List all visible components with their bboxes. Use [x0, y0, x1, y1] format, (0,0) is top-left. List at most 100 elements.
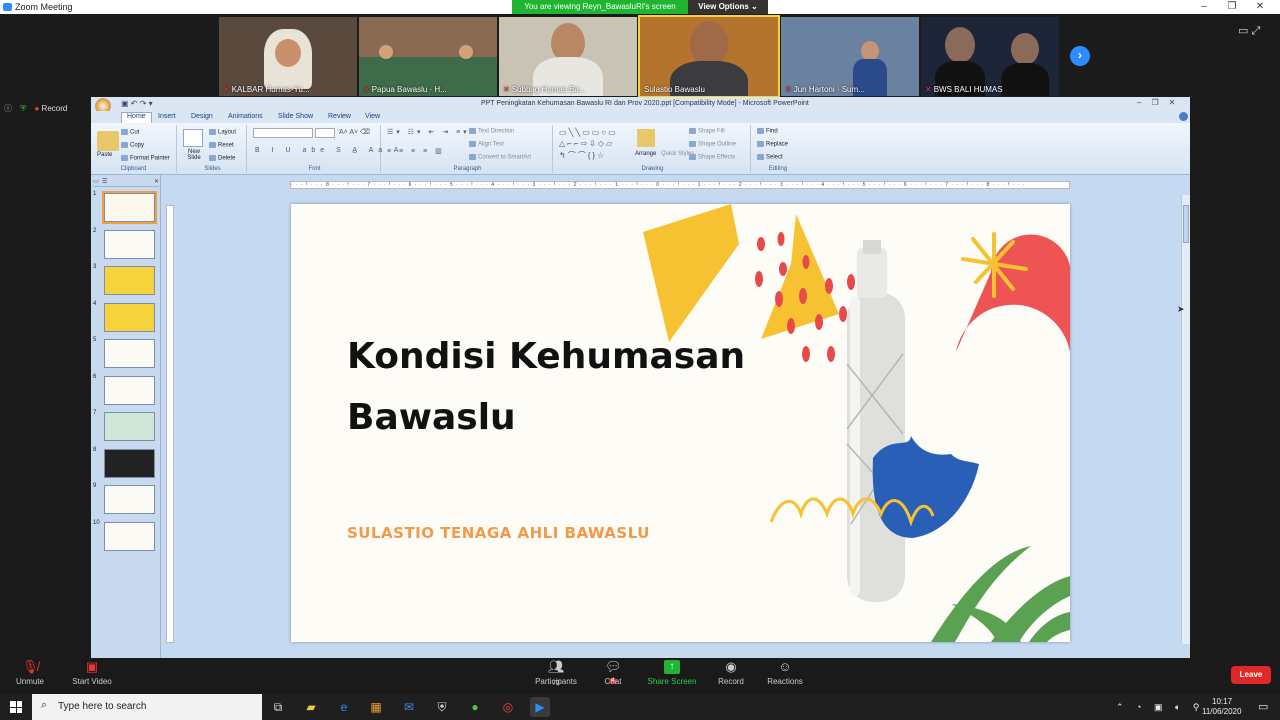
edge-icon[interactable]: e: [334, 697, 354, 717]
text-direction-button[interactable]: Text Direction: [469, 128, 514, 135]
notifications-icon[interactable]: ▭: [1258, 700, 1268, 713]
save-icon[interactable]: ▣ ↶ ↷ ▾: [121, 99, 153, 108]
slide-thumbnails-pane: ▭ ☰ ✕ 1 2 3 4 5 6 7 8 9 10: [91, 175, 161, 658]
slide-canvas[interactable]: Kondisi Kehumasan Bawaslu SULASTIO TENAGA…: [291, 204, 1070, 642]
delete-button[interactable]: Delete: [209, 155, 235, 162]
paste-button[interactable]: Paste: [97, 152, 112, 158]
minimize-button[interactable]: –: [1190, 0, 1218, 14]
tab-review[interactable]: Review: [328, 113, 351, 120]
tab-view[interactable]: View: [365, 113, 380, 120]
format-painter-button[interactable]: Format Painter: [121, 155, 170, 162]
maximize-button[interactable]: ❐: [1218, 0, 1246, 14]
font-format-buttons[interactable]: B I U abe S A̲ Aa A: [255, 147, 403, 154]
info-icon[interactable]: ⓘ: [4, 104, 12, 113]
reactions-button[interactable]: ☺ Reactions: [755, 660, 815, 687]
list-buttons[interactable]: ☰▾ ☷▾ ⇤ ⇥ ≡▾: [387, 128, 470, 136]
shapes-gallery[interactable]: ▭╲╲▭▭○▭: [559, 128, 618, 137]
vertical-scrollbar[interactable]: [1181, 195, 1190, 644]
tab-design[interactable]: Design: [191, 113, 213, 120]
help-icon[interactable]: [1179, 112, 1188, 121]
align-buttons[interactable]: ≡ ≡ ≡ ≡ ▥: [387, 147, 445, 155]
paste-icon[interactable]: [97, 131, 119, 151]
font-size-select[interactable]: [315, 128, 335, 138]
slide-thumb-number: 4: [93, 300, 97, 307]
record-button[interactable]: ◉ Record: [701, 660, 761, 687]
participant-tile[interactable]: ✕ BWS BALI HUMAS: [921, 17, 1059, 96]
reset-button[interactable]: Reset: [209, 142, 234, 149]
shape-effects-button[interactable]: Shape Effects: [689, 154, 735, 161]
unmute-button[interactable]: 🎙︎̸ Unmute: [0, 660, 60, 687]
chevron-right-icon[interactable]: ›: [1070, 46, 1090, 66]
gallery-view-icon[interactable]: ▭ ⤢: [1238, 24, 1260, 38]
slide-thumbnail[interactable]: [102, 191, 157, 224]
close-button[interactable]: ✕: [1246, 0, 1274, 14]
view-options-button[interactable]: View Options ⌄: [688, 0, 768, 14]
new-slide-button[interactable]: New Slide: [183, 149, 205, 161]
horizontal-ruler[interactable]: · · · ! · · · 8 · · · ! · · · 7 · · · ! …: [290, 181, 1070, 189]
slide-title[interactable]: Kondisi Kehumasan Bawaslu: [347, 326, 767, 448]
convert-smartart-button[interactable]: Convert to SmartArt: [469, 154, 531, 161]
pane-tabs[interactable]: ▭ ☰ ✕: [93, 178, 159, 187]
group-label: Drawing: [641, 166, 664, 172]
new-slide-icon[interactable]: [183, 129, 203, 147]
participant-tile[interactable]: ✕ KALBAR Humas-Yu...: [219, 17, 357, 96]
font-family-select[interactable]: [253, 128, 313, 138]
mail-icon[interactable]: ✉: [399, 697, 419, 717]
font-grow-icon[interactable]: A˄ A˅ ⌫: [339, 128, 370, 136]
participant-tile[interactable]: ✕ Papua Bawaslu · H...: [359, 17, 497, 96]
participants-button[interactable]: 👥︎72 Participants: [526, 660, 586, 688]
find-button[interactable]: Find: [757, 128, 778, 135]
shapes-gallery-row3[interactable]: ↰⌒⌒{}☆: [559, 150, 606, 161]
slide-thumbnail[interactable]: [104, 448, 155, 478]
copy-button[interactable]: Copy: [121, 142, 144, 149]
arrange-button[interactable]: Arrange: [635, 151, 656, 157]
start-video-button[interactable]: ▣ Start Video: [62, 660, 122, 687]
participant-tile-active-speaker[interactable]: Sulastio Bawaslu: [638, 15, 780, 98]
tab-home[interactable]: Home: [121, 112, 152, 123]
slide-thumbnail[interactable]: [104, 266, 155, 295]
align-text-button[interactable]: Align Text: [469, 141, 504, 148]
clock-date[interactable]: 11/06/2020: [1202, 707, 1241, 716]
tray-icons[interactable]: ⌃ ◔ ▣ 🔈︎ ⚲: [1116, 702, 1204, 713]
participant-tile[interactable]: ✕ Jun Hartoni · Sum...: [781, 17, 919, 96]
slide-thumbnail[interactable]: [104, 339, 155, 368]
cut-button[interactable]: Cut: [121, 129, 139, 136]
shape-outline-button[interactable]: Shape Outline: [689, 141, 736, 148]
shapes-gallery-row2[interactable]: △⌐⌐⇨⇩◇▱: [559, 139, 614, 148]
scrollbar-thumb[interactable]: [1183, 205, 1189, 243]
tab-insert[interactable]: Insert: [158, 113, 176, 120]
group-label: Font: [308, 166, 321, 172]
file-explorer-icon[interactable]: ▰: [301, 697, 321, 717]
select-button[interactable]: Select: [757, 154, 783, 161]
app-icon[interactable]: ●: [465, 697, 485, 717]
shield-icon[interactable]: ⛨: [20, 104, 26, 113]
taskbar-search-box[interactable]: ⌕ Type here to search: [32, 694, 262, 720]
tab-slide-show[interactable]: Slide Show: [278, 113, 313, 120]
participant-tile[interactable]: ✕ Subbag Humas Ba...: [499, 17, 637, 96]
share-screen-button[interactable]: ↑ Share Screen: [642, 660, 702, 686]
ppt-window-controls[interactable]: –❐✕: [1137, 98, 1185, 107]
shape-fill-button[interactable]: Shape Fill: [689, 128, 725, 135]
windows-start-icon[interactable]: [0, 694, 32, 720]
vertical-ruler[interactable]: [166, 205, 174, 643]
slide-thumbnail[interactable]: [104, 375, 155, 405]
leave-button[interactable]: Leave: [1231, 666, 1271, 684]
slide-thumbnail[interactable]: [104, 521, 155, 551]
slide-thumbnail[interactable]: [104, 485, 155, 514]
arrange-icon[interactable]: [637, 129, 655, 147]
slide-thumbnail[interactable]: [104, 229, 155, 259]
tab-animations[interactable]: Animations: [228, 113, 263, 120]
slide-subtitle[interactable]: SULASTIO TENAGA AHLI BAWASLU: [347, 524, 650, 542]
replace-button[interactable]: Replace: [757, 141, 788, 148]
slide-thumbnail[interactable]: [104, 412, 155, 441]
slide-thumbnail[interactable]: [104, 302, 155, 332]
store-icon[interactable]: ▦: [366, 697, 386, 717]
layout-button[interactable]: Layout: [209, 129, 236, 136]
clock-time[interactable]: 10:17: [1212, 697, 1232, 706]
zoom-taskbar-icon[interactable]: ▶: [530, 697, 550, 717]
slide-thumb-number: 6: [93, 373, 97, 380]
chrome-icon[interactable]: ◎: [498, 697, 518, 717]
task-view-icon[interactable]: ⧉: [268, 697, 288, 717]
security-icon[interactable]: ⛨: [432, 697, 452, 717]
chat-button[interactable]: 💬︎4 Chat: [583, 660, 643, 687]
